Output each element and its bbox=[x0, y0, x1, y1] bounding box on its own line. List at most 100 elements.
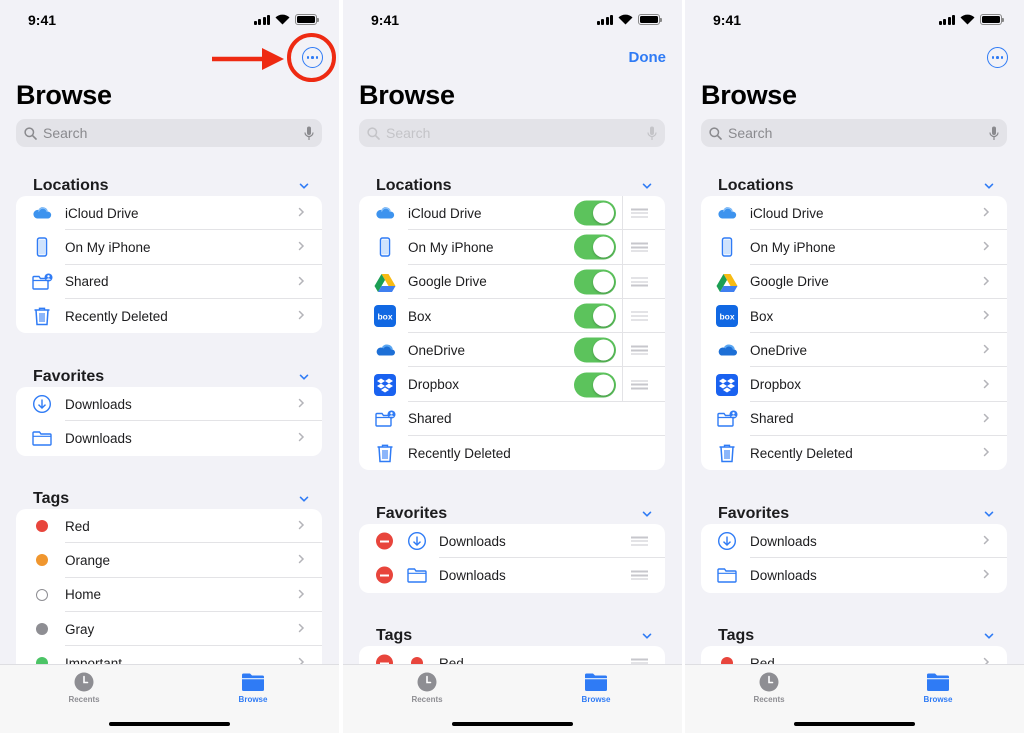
section-title: Locations bbox=[33, 177, 109, 194]
list-item[interactable]: OneDrive bbox=[359, 333, 665, 368]
trash-icon bbox=[716, 442, 738, 464]
download-circle-icon bbox=[716, 530, 738, 552]
list-item[interactable]: Downloads bbox=[16, 387, 322, 422]
reorder-handle-icon[interactable] bbox=[631, 570, 648, 580]
list-item[interactable]: Google Drive bbox=[359, 264, 665, 299]
section-list-locations: iCloud Drive On My iPhone Google Drive box B… bbox=[359, 196, 665, 471]
tab-label: Browse bbox=[581, 695, 611, 704]
chevron-right-icon bbox=[983, 345, 990, 354]
reorder-handle-icon[interactable] bbox=[631, 380, 648, 390]
tab-recents[interactable]: Recents bbox=[739, 672, 799, 704]
folder-filled-icon bbox=[927, 673, 949, 691]
tag-dot bbox=[36, 623, 48, 636]
tab-recents[interactable]: Recents bbox=[397, 672, 457, 704]
list-item[interactable]: Recently Deleted bbox=[359, 436, 665, 470]
chevron-right-icon bbox=[983, 413, 990, 423]
list-item[interactable]: box Box bbox=[359, 298, 665, 334]
microphone-icon[interactable] bbox=[989, 126, 999, 141]
toggle-switch[interactable] bbox=[574, 337, 616, 363]
toggle-switch[interactable] bbox=[574, 269, 616, 295]
search-input[interactable]: Search bbox=[701, 119, 1007, 147]
list-item[interactable]: Shared bbox=[359, 402, 665, 437]
list-item[interactable]: Home bbox=[16, 578, 322, 612]
search-input[interactable]: Search bbox=[16, 119, 322, 147]
chevron-right-icon bbox=[296, 517, 306, 535]
trash-icon bbox=[31, 305, 53, 327]
list-item[interactable]: Downloads bbox=[359, 524, 665, 559]
list-item[interactable]: iCloud Drive bbox=[359, 196, 665, 231]
remove-circle-icon[interactable] bbox=[376, 566, 393, 584]
section-header-favorites[interactable]: Favorites bbox=[376, 505, 652, 523]
toggle-switch[interactable] bbox=[574, 234, 616, 260]
reorder-handle-icon[interactable] bbox=[631, 536, 648, 546]
home-indicator bbox=[109, 722, 230, 726]
chevron-right-icon bbox=[296, 395, 306, 413]
wifi-icon bbox=[275, 14, 290, 25]
section-header-tags[interactable]: Tags bbox=[33, 490, 309, 508]
list-item-label: Home bbox=[65, 587, 102, 603]
toggle-switch[interactable] bbox=[574, 200, 616, 226]
tag-dot bbox=[36, 588, 48, 601]
section-list-favorites: Downloads Downloads bbox=[16, 387, 322, 456]
tab-recents[interactable]: Recents bbox=[54, 672, 114, 704]
list-item[interactable]: Gray bbox=[16, 612, 322, 647]
tag-color-icon bbox=[31, 515, 53, 537]
list-item[interactable]: Shared bbox=[16, 265, 322, 299]
list-item[interactable]: On My iPhone bbox=[16, 230, 322, 265]
list-item[interactable]: Dropbox bbox=[359, 367, 665, 402]
reorder-handle-icon[interactable] bbox=[631, 311, 648, 321]
google-drive-icon bbox=[716, 271, 738, 293]
list-item[interactable]: box Box bbox=[701, 299, 1007, 334]
reorder-handle-icon[interactable] bbox=[631, 345, 648, 355]
section-header-favorites[interactable]: Favorites bbox=[718, 505, 994, 523]
microphone-icon[interactable] bbox=[304, 126, 314, 141]
section-header-locations[interactable]: Locations bbox=[718, 177, 994, 195]
list-item[interactable]: Recently Deleted bbox=[701, 436, 1007, 470]
list-item[interactable]: Downloads bbox=[16, 421, 322, 455]
section-header-tags[interactable]: Tags bbox=[376, 627, 652, 645]
section-header-locations[interactable]: Locations bbox=[376, 177, 652, 195]
list-item[interactable]: Downloads bbox=[701, 524, 1007, 559]
done-button[interactable]: Done bbox=[629, 49, 667, 67]
list-item[interactable]: Red bbox=[16, 509, 322, 544]
section-header-favorites[interactable]: Favorites bbox=[33, 368, 309, 386]
tab-label: Recents bbox=[411, 695, 443, 704]
list-item[interactable]: Recently Deleted bbox=[16, 299, 322, 333]
list-item[interactable]: On My iPhone bbox=[701, 230, 1007, 265]
list-item[interactable]: Orange bbox=[16, 543, 322, 578]
list-item-label: Downloads bbox=[439, 533, 506, 549]
search-input[interactable]: Search bbox=[359, 119, 665, 147]
list-item[interactable]: iCloud Drive bbox=[16, 196, 322, 231]
chevron-right-icon bbox=[981, 532, 991, 550]
list-item[interactable]: On My iPhone bbox=[359, 230, 665, 265]
list-item[interactable]: Shared bbox=[701, 402, 1007, 437]
list-item[interactable]: Downloads bbox=[701, 558, 1007, 592]
chevron-right-icon bbox=[983, 310, 990, 320]
remove-circle-icon[interactable] bbox=[376, 532, 393, 550]
battery-icon bbox=[295, 14, 319, 25]
tab-browse[interactable]: Browse bbox=[908, 672, 968, 704]
toggle-switch[interactable] bbox=[574, 303, 616, 329]
section-header-locations[interactable]: Locations bbox=[33, 177, 309, 195]
list-item[interactable]: Downloads bbox=[359, 558, 665, 592]
svg-text:box: box bbox=[377, 312, 392, 322]
microphone-icon[interactable] bbox=[647, 126, 657, 141]
reorder-handle-icon[interactable] bbox=[631, 277, 648, 287]
reorder-handle-icon[interactable] bbox=[631, 208, 648, 218]
reorder-handle-icon[interactable] bbox=[631, 242, 648, 252]
search-placeholder: Search bbox=[43, 125, 88, 141]
toggle-switch[interactable] bbox=[574, 372, 616, 398]
chevron-right-icon bbox=[981, 204, 991, 222]
list-item[interactable]: Google Drive bbox=[701, 265, 1007, 299]
tab-bar: Recents Browse bbox=[0, 664, 339, 733]
more-options-button[interactable] bbox=[987, 47, 1008, 68]
list-item[interactable]: iCloud Drive bbox=[701, 196, 1007, 231]
list-item-label: iCloud Drive bbox=[750, 205, 824, 221]
section-header-tags[interactable]: Tags bbox=[718, 627, 994, 645]
list-item-label: iCloud Drive bbox=[408, 205, 482, 221]
tab-browse[interactable]: Browse bbox=[566, 672, 626, 704]
tab-browse[interactable]: Browse bbox=[223, 672, 283, 704]
chevron-right-icon bbox=[983, 276, 990, 285]
list-item[interactable]: Dropbox bbox=[701, 367, 1007, 402]
list-item[interactable]: OneDrive bbox=[701, 333, 1007, 368]
